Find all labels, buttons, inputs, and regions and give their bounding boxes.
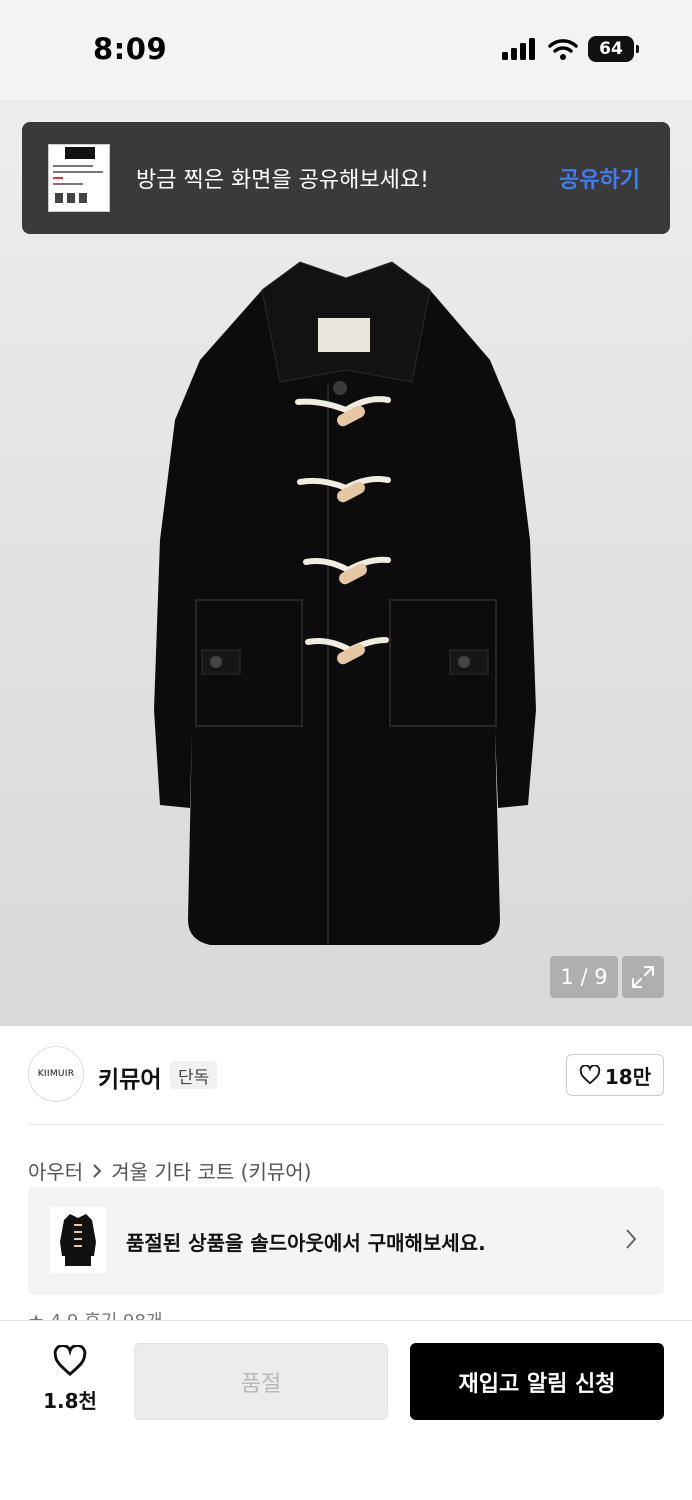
expand-icon bbox=[632, 966, 654, 988]
expand-image-button[interactable] bbox=[622, 956, 664, 998]
rating-summary: ★ 4.9 후기 98개 bbox=[28, 1312, 328, 1320]
image-counter: 1 / 9 bbox=[550, 956, 618, 998]
cellular-signal-icon bbox=[502, 38, 535, 60]
exclusive-badge: 단독 bbox=[170, 1061, 218, 1089]
chevron-right-icon bbox=[626, 1229, 637, 1249]
bottom-action-bar: 1.8천 품절 재입고 알림 신청 bbox=[0, 1320, 692, 1500]
soldout-button: 품절 bbox=[134, 1343, 388, 1420]
wifi-icon bbox=[548, 39, 578, 60]
screenshot-thumbnail[interactable] bbox=[48, 144, 110, 212]
battery-icon: 64 bbox=[588, 36, 639, 62]
soldout-product-thumbnail bbox=[50, 1207, 106, 1273]
heart-icon bbox=[579, 1065, 601, 1085]
divider bbox=[28, 1124, 664, 1125]
heart-icon bbox=[53, 1344, 87, 1377]
product-image-duffle-coat bbox=[154, 261, 536, 945]
breadcrumb-subcategory[interactable]: 겨울 기타 코트 (키뮤어) bbox=[111, 1156, 311, 1185]
breadcrumb-category[interactable]: 아우터 bbox=[28, 1156, 83, 1185]
brand-name[interactable]: 키뮤어 bbox=[98, 1060, 161, 1094]
product-image-gallery[interactable]: 1 / 9 bbox=[0, 100, 692, 1026]
screenshot-share-toast[interactable]: 방금 찍은 화면을 공유해보세요! 공유하기 bbox=[22, 122, 670, 234]
brand-like-count: 18만 bbox=[604, 1064, 652, 1089]
status-bar: 8:09 64 bbox=[0, 0, 692, 100]
restock-alert-button[interactable]: 재입고 알림 신청 bbox=[410, 1343, 664, 1420]
soldout-resale-banner[interactable]: 품절된 상품을 솔드아웃에서 구매해보세요. bbox=[28, 1187, 664, 1295]
brand-like-button[interactable]: 18만 bbox=[566, 1054, 664, 1096]
wishlist-button[interactable]: 1.8천 bbox=[36, 1344, 104, 1414]
soldout-banner-text: 품절된 상품을 솔드아웃에서 구매해보세요. bbox=[126, 1231, 486, 1255]
status-icons: 64 bbox=[502, 36, 639, 62]
status-time: 8:09 bbox=[93, 32, 168, 66]
wishlist-count: 1.8천 bbox=[43, 1389, 97, 1413]
share-button[interactable]: 공유하기 bbox=[559, 162, 640, 194]
chevron-right-icon bbox=[93, 1163, 102, 1178]
breadcrumb: 아우터 겨울 기타 코트 (키뮤어) bbox=[28, 1156, 311, 1185]
toast-message: 방금 찍은 화면을 공유해보세요! bbox=[136, 168, 429, 193]
brand-row: KIIMUIR 키뮤어 단독 18만 bbox=[28, 1046, 664, 1104]
brand-logo[interactable]: KIIMUIR bbox=[28, 1046, 84, 1102]
